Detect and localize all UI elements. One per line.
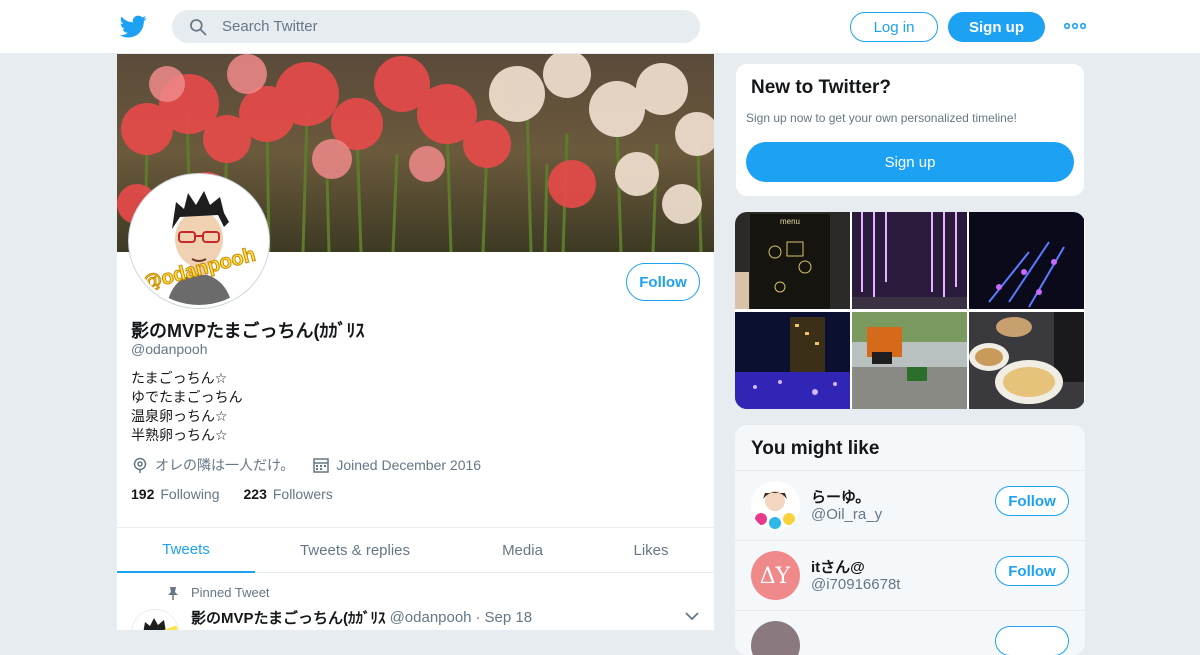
profile-tabs: Tweets Tweets & replies Media Likes [117, 527, 714, 573]
tweet-author-name[interactable]: 影のMVPたまごっちん(ｶｶﾞﾘｽ [191, 607, 386, 628]
media-tile-caption: menu [780, 217, 800, 226]
twitter-bird-icon[interactable] [120, 13, 147, 40]
bio-line: 半熟卵っちん☆ [131, 427, 228, 443]
tweet-author-avatar[interactable] [131, 609, 179, 630]
bio-line: たまごっちん☆ [131, 370, 228, 386]
tab-tweets[interactable]: Tweets [117, 528, 255, 573]
follow-button[interactable]: Follow [995, 556, 1069, 586]
chevron-down-icon[interactable] [684, 610, 700, 622]
login-button[interactable]: Log in [850, 12, 938, 42]
following-stat[interactable]: 192 Following [131, 486, 220, 502]
following-label: Following [160, 486, 220, 502]
you-might-like-panel: You might like らーゆ。 @Oil_ra_y Follow ΔY … [735, 425, 1085, 655]
tab-likes[interactable]: Likes [590, 528, 712, 573]
profile-bio: たまごっちん☆ ゆでたまごっちん 温泉卵っちん☆ 半熟卵っちん☆ [131, 369, 243, 445]
signup-button[interactable]: Sign up [948, 12, 1045, 42]
followers-count: 223 [243, 486, 267, 502]
suggested-user-avatar[interactable] [751, 621, 800, 655]
profile-column: @odanpooh Follow 影のMVPたまごっちん(ｶｶﾞﾘｽ @odan… [116, 54, 715, 630]
search-icon [190, 18, 207, 35]
profile-meta: オレの隣は一人だけ。 Joined December 2016 [131, 455, 481, 475]
suggested-user-handle[interactable]: @Oil_ra_y [811, 506, 882, 523]
suggested-user[interactable]: らーゆ。 @Oil_ra_y Follow [735, 470, 1085, 540]
media-tile[interactable] [969, 312, 1084, 409]
tweet-date[interactable]: Sep 18 [485, 609, 533, 626]
follow-button[interactable] [995, 626, 1069, 655]
followers-stat[interactable]: 223 Followers [244, 486, 333, 502]
media-tile[interactable] [852, 212, 967, 309]
suggested-user-name[interactable]: らーゆ。 [811, 486, 870, 507]
tweet-author-handle[interactable]: @odanpooh [390, 609, 472, 626]
bio-line: 温泉卵っちん☆ [131, 408, 228, 424]
suggested-user-avatar[interactable] [751, 481, 800, 530]
follow-button[interactable]: Follow [995, 486, 1069, 516]
bio-line: ゆでたまごっちん [131, 389, 243, 405]
profile-handle[interactable]: @odanpooh [131, 341, 208, 357]
suggested-user[interactable] [735, 610, 1085, 655]
suggested-user-avatar[interactable]: ΔY [751, 551, 800, 600]
signup-promo-title: New to Twitter? [751, 77, 892, 98]
media-grid: menu [735, 212, 1085, 409]
profile-stats: 192 Following 223 Followers [131, 486, 357, 502]
media-tile[interactable] [735, 312, 850, 409]
search-box[interactable] [172, 10, 700, 43]
pin-icon [168, 586, 178, 600]
follow-button[interactable]: Follow [626, 263, 700, 301]
signup-promo-card: New to Twitter? Sign up now to get your … [735, 63, 1085, 197]
pinned-tweet-label: Pinned Tweet [167, 585, 270, 600]
tweet-header: 影のMVPたまごっちん(ｶｶﾞﾘｽ @odanpooh · Sep 18 [191, 607, 532, 628]
media-tile[interactable]: menu [735, 212, 850, 309]
suggested-user-handle[interactable]: @i70916678t [811, 576, 900, 593]
followers-label: Followers [272, 486, 333, 502]
suggested-user-name[interactable]: itさん@ [811, 556, 865, 577]
svg-text:ΔY: ΔY [760, 564, 791, 589]
following-count: 192 [131, 486, 155, 502]
suggested-user[interactable]: ΔY itさん@ @i70916678t Follow [735, 540, 1085, 610]
search-input[interactable] [222, 18, 662, 35]
you-might-like-title: You might like [751, 438, 880, 459]
pinned-label: Pinned Tweet [191, 585, 270, 600]
signup-promo-button[interactable]: Sign up [746, 142, 1074, 182]
media-tile[interactable] [852, 312, 967, 409]
calendar-icon [313, 458, 330, 473]
signup-promo-subtitle: Sign up now to get your own personalized… [746, 111, 1017, 125]
tab-tweets-replies[interactable]: Tweets & replies [255, 528, 455, 573]
tab-media[interactable]: Media [455, 528, 590, 573]
profile-location: オレの隣は一人だけ。 [155, 457, 295, 473]
top-navigation-bar: Log in Sign up [0, 0, 1200, 54]
location-pin-icon [133, 457, 147, 473]
media-tile[interactable] [969, 212, 1084, 309]
tweet-dot-separator: · [475, 609, 481, 626]
profile-joined-date: Joined December 2016 [336, 457, 482, 473]
profile-avatar[interactable]: @odanpooh [129, 174, 269, 308]
more-dots-icon[interactable] [1064, 17, 1086, 35]
profile-name: 影のMVPたまごっちん(ｶｶﾞﾘｽ [131, 321, 365, 341]
